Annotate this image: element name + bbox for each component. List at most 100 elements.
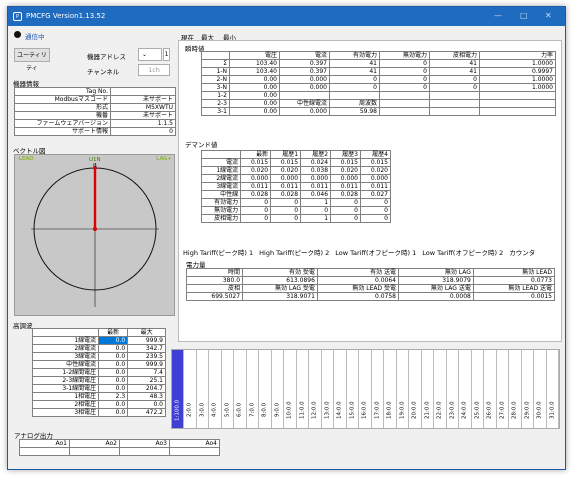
table-cell bbox=[429, 99, 480, 108]
table-cell: 3相電圧 bbox=[31, 408, 100, 417]
demand-body: 最新 履歴1 履歴2 履歴3 履歴4 電流 0.015 0.015 0.024 0.015 0.01… bbox=[200, 150, 392, 223]
utility-button[interactable]: ユーティリティ bbox=[14, 48, 50, 72]
table-cell: 0.0015 bbox=[472, 292, 556, 301]
table-cell: 1 bbox=[300, 198, 332, 207]
table-row: 3-1線間電圧 0.0 204.7 bbox=[31, 384, 166, 393]
harmonic-bar: 6:0.0 bbox=[234, 350, 247, 428]
app-icon: P bbox=[13, 12, 22, 21]
table-cell bbox=[379, 107, 430, 116]
harmonic-bar: 20:0.0 bbox=[409, 350, 422, 428]
table-cell: 履歴3 bbox=[330, 150, 361, 159]
table-cell: 2相電圧 bbox=[31, 400, 100, 409]
table-cell: 0.0 bbox=[98, 368, 129, 377]
table-cell: 中性線 bbox=[200, 190, 242, 199]
tab-counter[interactable]: カウンタ bbox=[509, 247, 535, 258]
table-cell: 103.40 bbox=[229, 67, 280, 76]
table-cell: M5XWTU bbox=[110, 103, 176, 112]
minimize-icon[interactable]: — bbox=[494, 11, 502, 20]
harmonic-bar-label: 17:0.0 bbox=[374, 401, 381, 419]
tab-low-tariff-2[interactable]: Low Tariff(オフピーク時) 2 bbox=[422, 247, 503, 258]
tab-high-tariff-2[interactable]: High Tariff(ピーク時) 2 bbox=[259, 247, 329, 258]
table-cell bbox=[200, 150, 242, 159]
harmonic-bar: 12:0.0 bbox=[309, 350, 322, 428]
table-cell: 0.0 bbox=[98, 408, 129, 417]
table-cell: 0.011 bbox=[270, 182, 302, 191]
harmonic-bar: 4:0.0 bbox=[209, 350, 222, 428]
harmonic-bar-label: 30:0.0 bbox=[536, 401, 543, 419]
main-window: P PMCFG Version1.13.52 — □ ✕ 通信中 ユーティリティ… bbox=[7, 6, 566, 470]
table-row: 2相電圧 0.0 0.0 bbox=[31, 400, 166, 409]
window-title: PMCFG Version1.13.52 bbox=[26, 12, 106, 20]
table-cell: 318.9071 bbox=[242, 292, 318, 301]
lead-right-label: LAG+ bbox=[156, 156, 172, 162]
table-row: 中性線電流 0.0 999.9 bbox=[31, 360, 166, 369]
table-cell: 0.027 bbox=[359, 190, 392, 199]
harmonic-bar-label: 26:0.0 bbox=[486, 401, 493, 419]
table-cell: 0.015 bbox=[240, 158, 272, 167]
table-cell: 1-2線間電圧 bbox=[31, 368, 100, 377]
table-cell: 0 bbox=[330, 198, 361, 207]
analog-table: Ao1 Ao2 Ao3 Ao4 bbox=[19, 439, 220, 456]
table-cell: 無効 LEAD 受電 bbox=[316, 284, 400, 293]
table-cell: 2-3 bbox=[201, 99, 230, 108]
table-cell: 0.000 bbox=[240, 174, 272, 183]
table-cell: 0 bbox=[429, 83, 480, 92]
address-select[interactable]: ⌄ bbox=[138, 48, 162, 61]
table-cell: 中性線電流 bbox=[31, 360, 100, 369]
table-cell bbox=[379, 99, 430, 108]
table-row: 1相電圧 2.3 48.3 bbox=[31, 392, 166, 401]
tab-low-tariff-1[interactable]: Low Tariff(オフピーク時) 1 bbox=[335, 247, 416, 258]
harmonic-bar: 21:0.0 bbox=[422, 350, 435, 428]
close-icon[interactable]: ✕ bbox=[545, 11, 552, 20]
harmonic-bar-label: 4:0.0 bbox=[212, 402, 219, 418]
lead-left-label: -LEAD bbox=[17, 156, 34, 162]
table-row: Σ 103.40 0.397 41 0 41 1.0000 bbox=[201, 59, 556, 68]
table-row: 無効電力 0 0 0 0 0 bbox=[200, 206, 392, 215]
table-cell: 0.011 bbox=[240, 182, 272, 191]
table-cell: 48.3 bbox=[127, 392, 166, 401]
table-cell: 0.397 bbox=[279, 59, 330, 68]
harmonic-bar: 19:0.0 bbox=[397, 350, 410, 428]
channel-select[interactable]: 1ch bbox=[138, 64, 170, 76]
table-cell bbox=[479, 91, 556, 100]
harmonic-bar-label: 24:0.0 bbox=[461, 401, 468, 419]
table-cell: ファームウェアバージョン bbox=[14, 119, 111, 128]
table-row: 1-2線間電圧 0.0 7.4 bbox=[31, 368, 166, 377]
tab-high-tariff-1[interactable]: High Tariff(ピーク時) 1 bbox=[183, 247, 253, 258]
table-row: 1線電流 0.020 0.020 0.038 0.020 0.020 bbox=[200, 166, 392, 175]
table-cell: 999.9 bbox=[127, 336, 166, 345]
device-info-table: Tag No. Modbusマスコード 未サポート 形式 M5XWTU 機番 未サポー… bbox=[14, 87, 176, 136]
table-row: 2-3線間電圧 0.0 25.1 bbox=[31, 376, 166, 385]
table-cell: 0.0773 bbox=[472, 276, 556, 285]
harmonic-bar: 5:0.0 bbox=[222, 350, 235, 428]
table-cell: 103.40 bbox=[229, 59, 280, 68]
table-row: 3相電圧 0.0 472.2 bbox=[31, 408, 166, 417]
table-cell bbox=[279, 91, 330, 100]
table-cell: 0 bbox=[330, 214, 361, 223]
harmonic-bar: 10:0.0 bbox=[284, 350, 297, 428]
address-value[interactable]: 1 bbox=[163, 48, 170, 61]
harmonic-bar: 11:0.0 bbox=[297, 350, 310, 428]
table-cell: 3線電流 bbox=[200, 182, 242, 191]
table-cell: 0.0 bbox=[98, 344, 129, 353]
table-cell: 0.020 bbox=[359, 166, 392, 175]
table-row: 2-N 0.00 0.000 0 0 0 1.0000 bbox=[201, 75, 556, 84]
table-cell: 0.011 bbox=[330, 182, 361, 191]
table-cell: 41 bbox=[429, 67, 480, 76]
table-cell bbox=[110, 87, 176, 96]
table-cell: 0 bbox=[329, 75, 380, 84]
table-cell: 7.4 bbox=[127, 368, 166, 377]
table-cell: 1相電圧 bbox=[31, 392, 100, 401]
table-cell bbox=[479, 107, 556, 116]
table-cell: 0.000 bbox=[279, 83, 330, 92]
table-row: 3-N 0.00 0.000 0 0 0 1.0000 bbox=[201, 83, 556, 92]
table-cell: 電圧 bbox=[229, 51, 280, 60]
table-cell: 2-3線間電圧 bbox=[31, 376, 100, 385]
table-cell: 2線電流 bbox=[31, 344, 100, 353]
table-cell: 0.00 bbox=[229, 99, 280, 108]
table-cell: Ao3 bbox=[119, 439, 170, 448]
table-cell: 無効電力 bbox=[200, 206, 242, 215]
table-cell: 239.5 bbox=[127, 352, 166, 361]
maximize-icon[interactable]: □ bbox=[520, 11, 528, 20]
table-cell: 0.9997 bbox=[479, 67, 556, 76]
